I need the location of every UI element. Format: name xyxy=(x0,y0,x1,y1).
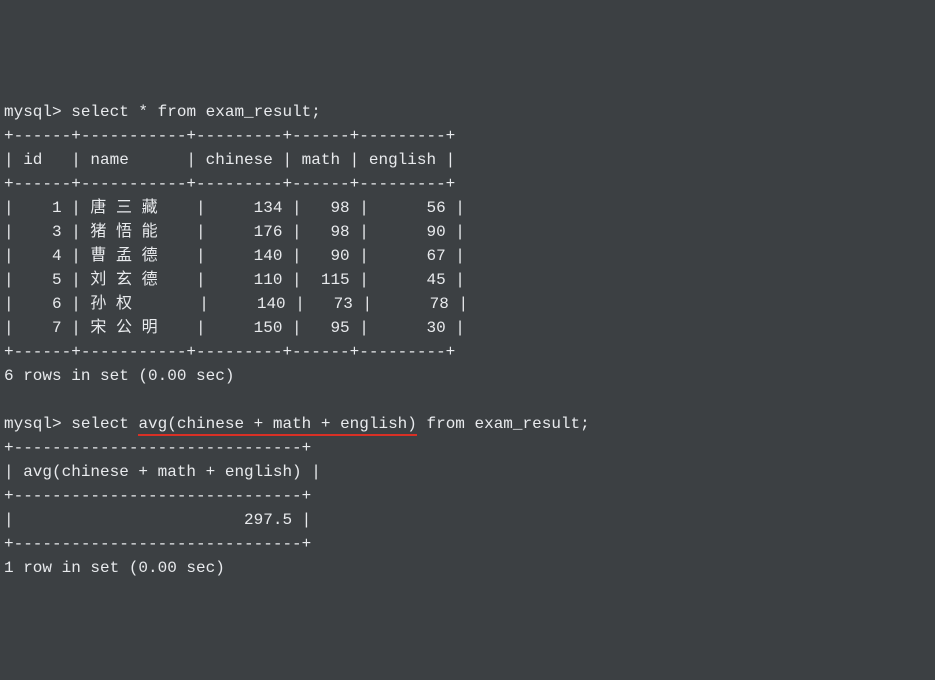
table-row: | 7 | 宋 公 明 | 150 | 95 | 30 | xyxy=(4,319,465,337)
table-border: +------+-----------+---------+------+---… xyxy=(4,343,455,361)
table-border: +------+-----------+---------+------+---… xyxy=(4,175,455,193)
table-row: | 6 | 孙 权 | 140 | 73 | 78 | xyxy=(4,295,468,313)
sql-query-underlined: avg(chinese + math + english) xyxy=(138,415,416,436)
table-row: | 4 | 曹 孟 德 | 140 | 90 | 67 | xyxy=(4,247,465,265)
sql-query: select * from exam_result; xyxy=(71,103,321,121)
table-header: | id | name | chinese | math | english | xyxy=(4,151,455,169)
table-border: +------------------------------+ xyxy=(4,439,311,457)
table-row: | 5 | 刘 玄 德 | 110 | 115 | 45 | xyxy=(4,271,465,289)
sql-prompt: mysql> xyxy=(4,415,71,433)
table-row: | 297.5 | xyxy=(4,511,311,529)
table-row: | 3 | 猪 悟 能 | 176 | 98 | 90 | xyxy=(4,223,465,241)
table-border: +------+-----------+---------+------+---… xyxy=(4,127,455,145)
sql-prompt: mysql> xyxy=(4,103,71,121)
table-border: +------------------------------+ xyxy=(4,535,311,553)
sql-query-post: from exam_result; xyxy=(417,415,590,433)
rows-summary: 6 rows in set (0.00 sec) xyxy=(4,367,234,385)
table-border: +------------------------------+ xyxy=(4,487,311,505)
sql-query-pre: select xyxy=(71,415,138,433)
table-row: | 1 | 唐 三 藏 | 134 | 98 | 56 | xyxy=(4,199,465,217)
table-header: | avg(chinese + math + english) | xyxy=(4,463,321,481)
rows-summary: 1 row in set (0.00 sec) xyxy=(4,559,225,577)
